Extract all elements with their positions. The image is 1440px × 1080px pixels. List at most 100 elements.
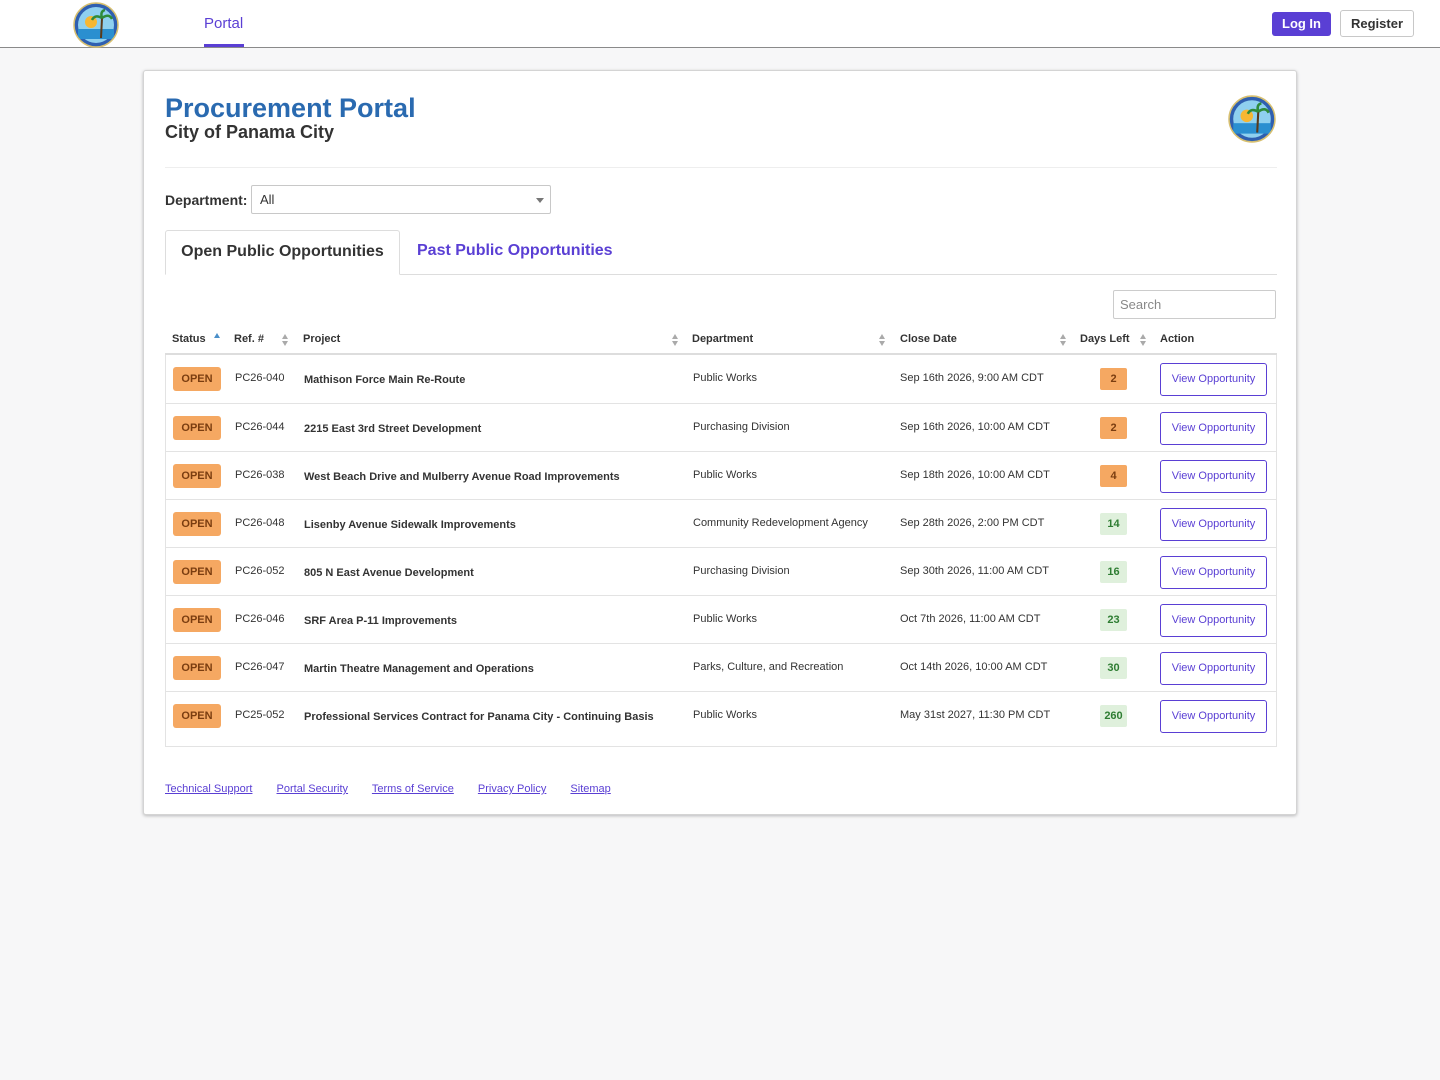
days-left-badge: 30	[1100, 657, 1127, 679]
ref-number: PC26-044	[235, 421, 285, 433]
column-header-days-left[interactable]: Days Left	[1080, 325, 1130, 355]
sort-icon[interactable]	[1060, 334, 1067, 347]
table-body: OPEN PC26-040 Mathison Force Main Re-Rou…	[165, 355, 1277, 747]
table-row: OPEN PC26-047 Martin Theatre Management …	[166, 643, 1276, 691]
status-badge: OPEN	[173, 416, 221, 440]
register-button[interactable]: Register	[1340, 10, 1414, 37]
ref-number: PC26-038	[235, 469, 285, 481]
days-left-badge: 23	[1100, 609, 1127, 631]
login-button[interactable]: Log In	[1272, 12, 1331, 36]
sort-asc-icon[interactable]	[214, 333, 220, 338]
department-select[interactable]: All	[251, 185, 551, 214]
table-row: OPEN PC26-038 West Beach Drive and Mulbe…	[166, 451, 1276, 499]
page-subtitle: City of Panama City	[165, 122, 335, 142]
close-date: Sep 16th 2026, 10:00 AM CDT	[900, 421, 1050, 433]
sort-icon[interactable]	[1140, 334, 1147, 347]
status-badge: OPEN	[173, 367, 221, 391]
column-header-action: Action	[1160, 333, 1195, 345]
search-input[interactable]	[1113, 290, 1276, 319]
view-opportunity-button[interactable]: View Opportunity	[1160, 700, 1267, 733]
project-name: Professional Services Contract for Panam…	[304, 711, 654, 723]
footer-link-terms-of-service[interactable]: Terms of Service	[372, 783, 454, 795]
sort-icon[interactable]	[879, 334, 886, 347]
table-row: OPEN PC26-044 2215 East 3rd Street Devel…	[166, 403, 1276, 451]
department-name: Public Works	[693, 372, 757, 384]
project-name: West Beach Drive and Mulberry Avenue Roa…	[304, 471, 620, 483]
page-title: Procurement Portal	[165, 93, 416, 123]
footer-link-sitemap[interactable]: Sitemap	[570, 783, 610, 795]
close-date: May 31st 2027, 11:30 PM CDT	[900, 709, 1051, 721]
ref-number: PC26-052	[235, 565, 285, 577]
view-opportunity-button[interactable]: View Opportunity	[1160, 556, 1267, 589]
tab-past-opportunities[interactable]: Past Public Opportunities	[417, 230, 613, 275]
days-left-badge: 16	[1100, 561, 1127, 583]
department-select-value: All	[260, 192, 275, 207]
column-header-department[interactable]: Department	[692, 325, 753, 355]
ref-number: PC26-047	[235, 661, 285, 673]
table-header: Status Ref. # Project Department Close D…	[165, 325, 1277, 355]
ref-number: PC26-046	[235, 613, 285, 625]
sort-icon[interactable]	[672, 334, 679, 347]
days-left-badge: 2	[1100, 417, 1127, 439]
project-name: 805 N East Avenue Development	[304, 567, 474, 579]
top-nav: Portal Log In Register	[0, 0, 1440, 48]
city-seal-icon[interactable]	[73, 2, 119, 48]
active-nav-indicator	[204, 44, 244, 47]
column-header-status[interactable]: Status	[172, 325, 206, 355]
column-header-close-date[interactable]: Close Date	[900, 325, 957, 355]
view-opportunity-button[interactable]: View Opportunity	[1160, 363, 1267, 396]
department-name: Purchasing Division	[693, 565, 790, 577]
close-date: Oct 7th 2026, 11:00 AM CDT	[900, 613, 1041, 625]
table-row: OPEN PC26-046 SRF Area P-11 Improvements…	[166, 595, 1276, 643]
view-opportunity-button[interactable]: View Opportunity	[1160, 460, 1267, 493]
department-name: Parks, Culture, and Recreation	[693, 661, 844, 673]
department-name: Purchasing Division	[693, 421, 790, 433]
table-row: OPEN PC25-052 Professional Services Cont…	[166, 691, 1276, 746]
department-name: Community Redevelopment Agency	[693, 517, 868, 529]
status-badge: OPEN	[173, 704, 221, 728]
close-date: Sep 30th 2026, 11:00 AM CDT	[900, 565, 1049, 577]
ref-number: PC26-048	[235, 517, 285, 529]
footer-link-technical-support[interactable]: Technical Support	[165, 783, 252, 795]
view-opportunity-button[interactable]: View Opportunity	[1160, 508, 1267, 541]
view-opportunity-button[interactable]: View Opportunity	[1160, 412, 1267, 445]
sort-icon[interactable]	[282, 334, 289, 347]
nav-portal-link[interactable]: Portal	[204, 0, 243, 48]
view-opportunity-button[interactable]: View Opportunity	[1160, 604, 1267, 637]
project-name: 2215 East 3rd Street Development	[304, 423, 482, 435]
days-left-badge: 260	[1100, 705, 1127, 727]
footer-link-privacy-policy[interactable]: Privacy Policy	[478, 783, 546, 795]
close-date: Sep 18th 2026, 10:00 AM CDT	[900, 469, 1050, 481]
table-row: OPEN PC26-040 Mathison Force Main Re-Rou…	[166, 355, 1276, 403]
department-name: Public Works	[693, 613, 757, 625]
close-date: Sep 28th 2026, 2:00 PM CDT	[900, 517, 1045, 529]
close-date: Sep 16th 2026, 9:00 AM CDT	[900, 372, 1044, 384]
view-opportunity-button[interactable]: View Opportunity	[1160, 652, 1267, 685]
project-name: Lisenby Avenue Sidewalk Improvements	[304, 519, 516, 531]
department-label: Department:	[165, 192, 248, 208]
status-badge: OPEN	[173, 560, 221, 584]
table-row: OPEN PC26-052 805 N East Avenue Developm…	[166, 547, 1276, 595]
opportunities-table: Status Ref. # Project Department Close D…	[165, 325, 1277, 747]
status-badge: OPEN	[173, 464, 221, 488]
column-header-ref[interactable]: Ref. #	[234, 325, 264, 355]
status-badge: OPEN	[173, 656, 221, 680]
header-divider	[165, 167, 1277, 168]
status-badge: OPEN	[173, 608, 221, 632]
table-row: OPEN PC26-048 Lisenby Avenue Sidewalk Im…	[166, 499, 1276, 547]
days-left-badge: 4	[1100, 465, 1127, 487]
project-name: SRF Area P-11 Improvements	[304, 615, 458, 627]
project-name: Martin Theatre Management and Operations	[304, 663, 534, 675]
days-left-badge: 2	[1100, 368, 1127, 390]
chevron-down-icon	[536, 198, 544, 203]
main-card: Procurement Portal City of Panama City D…	[143, 70, 1297, 815]
ref-number: PC26-040	[235, 372, 285, 384]
tab-open-opportunities[interactable]: Open Public Opportunities	[165, 230, 400, 275]
column-header-project[interactable]: Project	[303, 325, 340, 355]
footer-link-portal-security[interactable]: Portal Security	[277, 783, 349, 795]
project-name: Mathison Force Main Re-Route	[304, 374, 466, 386]
department-name: Public Works	[693, 469, 757, 481]
status-badge: OPEN	[173, 512, 221, 536]
department-name: Public Works	[693, 709, 757, 721]
ref-number: PC25-052	[235, 709, 285, 721]
